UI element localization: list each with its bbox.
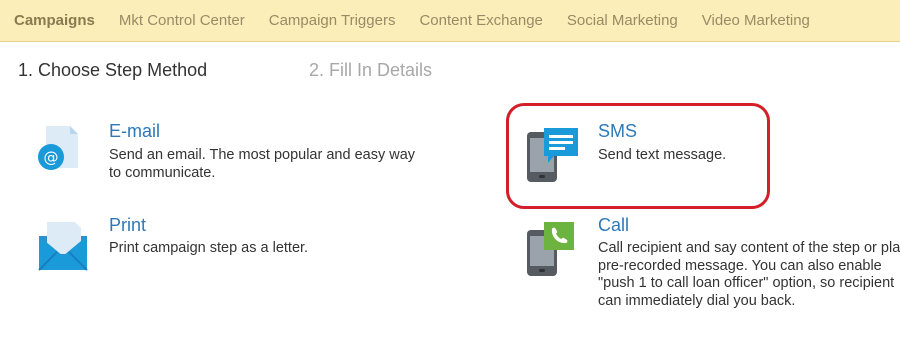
nav-social-marketing[interactable]: Social Marketing (567, 12, 678, 29)
wizard-steps: 1. Choose Step Method 2. Fill In Details (18, 60, 432, 81)
print-description: Print campaign step as a letter. (109, 240, 309, 256)
phone-call-icon (527, 222, 574, 276)
envelope-letter-icon (38, 222, 88, 271)
svg-text:@: @ (44, 149, 59, 167)
top-navigation: Campaigns Mkt Control Center Campaign Tr… (0, 0, 900, 42)
email-description: Send an email. The most popular and easy… (109, 147, 416, 181)
nav-mkt-control-center[interactable]: Mkt Control Center (119, 12, 245, 29)
print-title: Print (109, 215, 147, 235)
nav-campaign-triggers[interactable]: Campaign Triggers (269, 12, 396, 29)
nav-content-exchange[interactable]: Content Exchange (419, 12, 542, 29)
call-description: Call recipient and say content of the st… (598, 240, 900, 309)
call-title: Call (598, 215, 630, 235)
step-fill-details: 2. Fill In Details (309, 60, 433, 80)
nav-campaigns[interactable]: Campaigns (14, 12, 95, 29)
sms-highlight-annotation (506, 103, 770, 209)
email-document-icon: @ (38, 126, 78, 170)
step-choose-method: 1. Choose Step Method (18, 60, 208, 80)
nav-video-marketing[interactable]: Video Marketing (702, 12, 810, 29)
email-title: E-mail (109, 121, 161, 141)
